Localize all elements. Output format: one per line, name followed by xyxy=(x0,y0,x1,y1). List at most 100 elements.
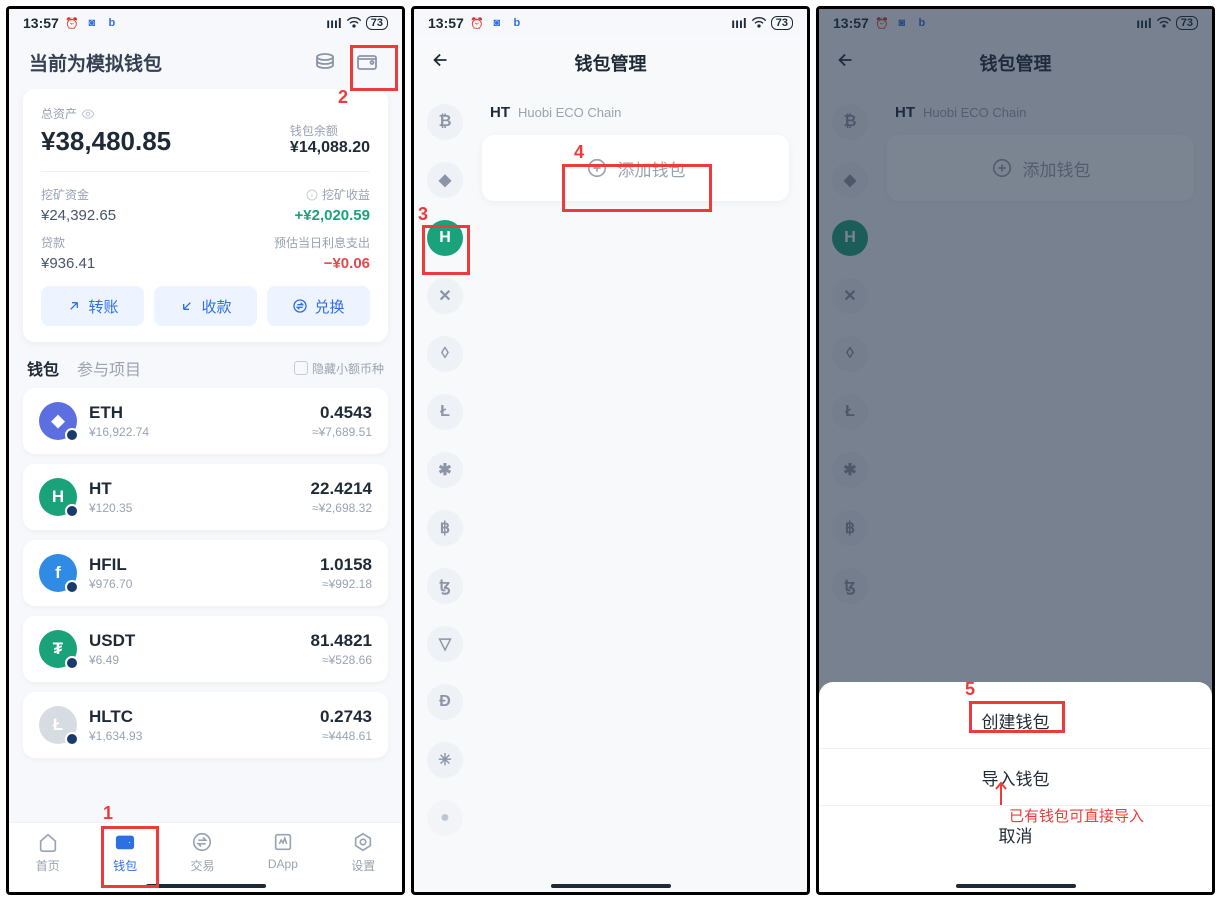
tab-wallet[interactable]: 钱包 xyxy=(27,356,59,380)
status-time: 13:57 xyxy=(23,15,59,31)
tab-projects[interactable]: 参与项目 xyxy=(77,356,141,380)
token-value: ≈¥528.66 xyxy=(311,653,372,667)
token-value: ≈¥7,689.51 xyxy=(312,425,372,439)
eye-icon[interactable] xyxy=(81,107,95,121)
nav-wallet[interactable]: 钱包 xyxy=(113,831,137,874)
token-price: ¥6.49 xyxy=(89,653,299,667)
bottom-nav: 首页 钱包 交易 DApp 设置 xyxy=(9,822,402,892)
wallet-manage-icon[interactable] xyxy=(352,47,382,77)
assets-card: 总资产 ¥38,480.85 钱包余额 ¥14,088.20 挖矿资金 ¥24,… xyxy=(23,89,388,342)
token-row-eth[interactable]: ◆ ETH ¥16,922.74 0.4543 ≈¥7,689.51 xyxy=(23,388,388,454)
battery-indicator: 73 xyxy=(771,16,793,30)
action-sheet: 创建钱包 导入钱包 取消 xyxy=(819,682,1212,892)
interest-value: −¥0.06 xyxy=(274,255,370,272)
chain-name: Huobi ECO Chain xyxy=(518,105,621,120)
nav-home[interactable]: 首页 xyxy=(36,831,60,874)
token-icon: ◆ xyxy=(39,402,77,440)
token-symbol: USDT xyxy=(89,631,299,651)
nav-dapp[interactable]: DApp xyxy=(268,831,298,871)
token-icon: ₮ xyxy=(39,630,77,668)
chain-xtz-icon[interactable]: ꜩ xyxy=(427,568,463,604)
alarm-icon: ⏰ xyxy=(65,16,79,30)
chain-eth-icon[interactable]: ◆ xyxy=(427,162,463,198)
total-assets-value: ¥38,480.85 xyxy=(41,126,171,157)
nav-settings[interactable]: 设置 xyxy=(351,831,375,874)
page-title: 当前为模拟钱包 xyxy=(29,49,298,76)
signal-icon: ıııl xyxy=(731,15,747,31)
main-header: 当前为模拟钱包 xyxy=(9,37,402,89)
token-amount: 22.4214 xyxy=(311,479,372,499)
swap-button[interactable]: 兑换 xyxy=(267,286,370,326)
add-wallet-button[interactable]: 添加钱包 xyxy=(482,135,789,201)
chain-trx-icon[interactable]: ▽ xyxy=(427,626,463,662)
token-amount: 0.4543 xyxy=(312,403,372,423)
create-wallet-button[interactable]: 创建钱包 xyxy=(819,692,1212,748)
import-wallet-button[interactable]: 导入钱包 xyxy=(819,749,1212,805)
token-symbol: HT xyxy=(89,479,299,499)
token-value: ≈¥992.18 xyxy=(320,577,372,591)
nav-trade[interactable]: 交易 xyxy=(190,831,214,874)
hide-small-toggle[interactable]: 隐藏小额币种 xyxy=(294,360,384,377)
screen-3-action-sheet: 13:57 ⏰ ◙ b ıııl 73 钱包管理 ₿ ◆ H ✕ ◊ xyxy=(816,6,1215,895)
token-amount: 1.0158 xyxy=(320,555,372,575)
app-icon-2: b xyxy=(105,16,119,30)
badge-3: 3 xyxy=(418,204,428,225)
app-icon-1: ◙ xyxy=(490,16,504,30)
loan-value: ¥936.41 xyxy=(41,255,95,272)
token-tabs: 钱包 参与项目 隐藏小额币种 xyxy=(23,354,388,388)
chain-atom-icon[interactable]: ✳ xyxy=(427,742,463,778)
token-symbol: ETH xyxy=(89,403,300,423)
chain-dash-icon[interactable]: Đ xyxy=(427,684,463,720)
badge-4: 4 xyxy=(574,142,584,163)
modal-overlay[interactable]: 创建钱包 导入钱包 取消 xyxy=(819,9,1212,892)
home-indicator xyxy=(146,884,266,888)
token-price: ¥976.70 xyxy=(89,577,308,591)
chain-more-icon[interactable]: ● xyxy=(427,800,463,836)
status-bar: 13:57 ⏰ ◙ b ıııl 73 xyxy=(414,9,807,37)
token-symbol: HFIL xyxy=(89,555,308,575)
info-icon[interactable] xyxy=(306,189,318,201)
wallet-balance-label: 钱包余额 xyxy=(290,122,370,139)
app-icon-2: b xyxy=(510,16,524,30)
token-list: ◆ETH¥16,922.740.4543≈¥7,689.51HHT¥120.35… xyxy=(23,388,388,758)
token-icon: Ł xyxy=(39,706,77,744)
import-note: 已有钱包可直接导入 xyxy=(1009,805,1144,826)
transfer-button[interactable]: 转账 xyxy=(41,286,144,326)
chain-ada-icon[interactable]: ✱ xyxy=(427,452,463,488)
chain-eos-icon[interactable]: ◊ xyxy=(427,336,463,372)
token-amount: 81.4821 xyxy=(311,631,372,651)
badge-2: 2 xyxy=(338,87,348,108)
page-title: 钱包管理 xyxy=(452,50,769,76)
chain-heco-icon[interactable]: H xyxy=(427,220,463,256)
token-row-usdt[interactable]: ₮ USDT ¥6.49 81.4821 ≈¥528.66 xyxy=(23,616,388,682)
screen-2-wallet-manage: 13:57 ⏰ ◙ b ıııl 73 钱包管理 ₿ ◆ H ✕ ◊ Ł ✱ ฿… xyxy=(411,6,810,895)
status-bar: 13:57 ⏰ ◙ b ıııl 73 xyxy=(9,9,402,37)
coins-icon[interactable] xyxy=(310,47,340,77)
wifi-icon xyxy=(346,15,362,31)
token-icon: H xyxy=(39,478,77,516)
chain-bch-icon[interactable]: ฿ xyxy=(427,510,463,546)
battery-indicator: 73 xyxy=(366,16,388,30)
mining-funds-label: 挖矿资金 xyxy=(41,186,116,203)
receive-button[interactable]: 收款 xyxy=(154,286,257,326)
signal-icon: ıııl xyxy=(326,15,342,31)
chain-xrp-icon[interactable]: ✕ xyxy=(427,278,463,314)
token-row-hltc[interactable]: ŁHLTC¥1,634.930.2743≈¥448.61 xyxy=(23,692,388,758)
mining-funds-value: ¥24,392.65 xyxy=(41,207,116,224)
chain-ltc-icon[interactable]: Ł xyxy=(427,394,463,430)
wallet-balance-value: ¥14,088.20 xyxy=(290,139,370,157)
badge-5: 5 xyxy=(965,679,975,700)
badge-1: 1 xyxy=(103,803,113,824)
interest-label: 预估当日利息支出 xyxy=(274,234,370,251)
status-time: 13:57 xyxy=(428,15,464,31)
back-icon[interactable] xyxy=(430,49,452,76)
home-indicator xyxy=(551,884,671,888)
token-price: ¥16,922.74 xyxy=(89,425,300,439)
screen-1-wallet-home: 13:57 ⏰ ◙ b ıııl 73 当前为模拟钱包 总资产 xyxy=(6,6,405,895)
checkbox-icon[interactable] xyxy=(294,361,308,375)
mining-income-value: +¥2,020.59 xyxy=(295,207,371,224)
mining-income-label: 挖矿收益 xyxy=(295,186,371,203)
token-row-hfil[interactable]: fHFIL¥976.701.0158≈¥992.18 xyxy=(23,540,388,606)
chain-btc-icon[interactable]: ₿ xyxy=(427,104,463,140)
token-row-ht[interactable]: HHT¥120.3522.4214≈¥2,698.32 xyxy=(23,464,388,530)
